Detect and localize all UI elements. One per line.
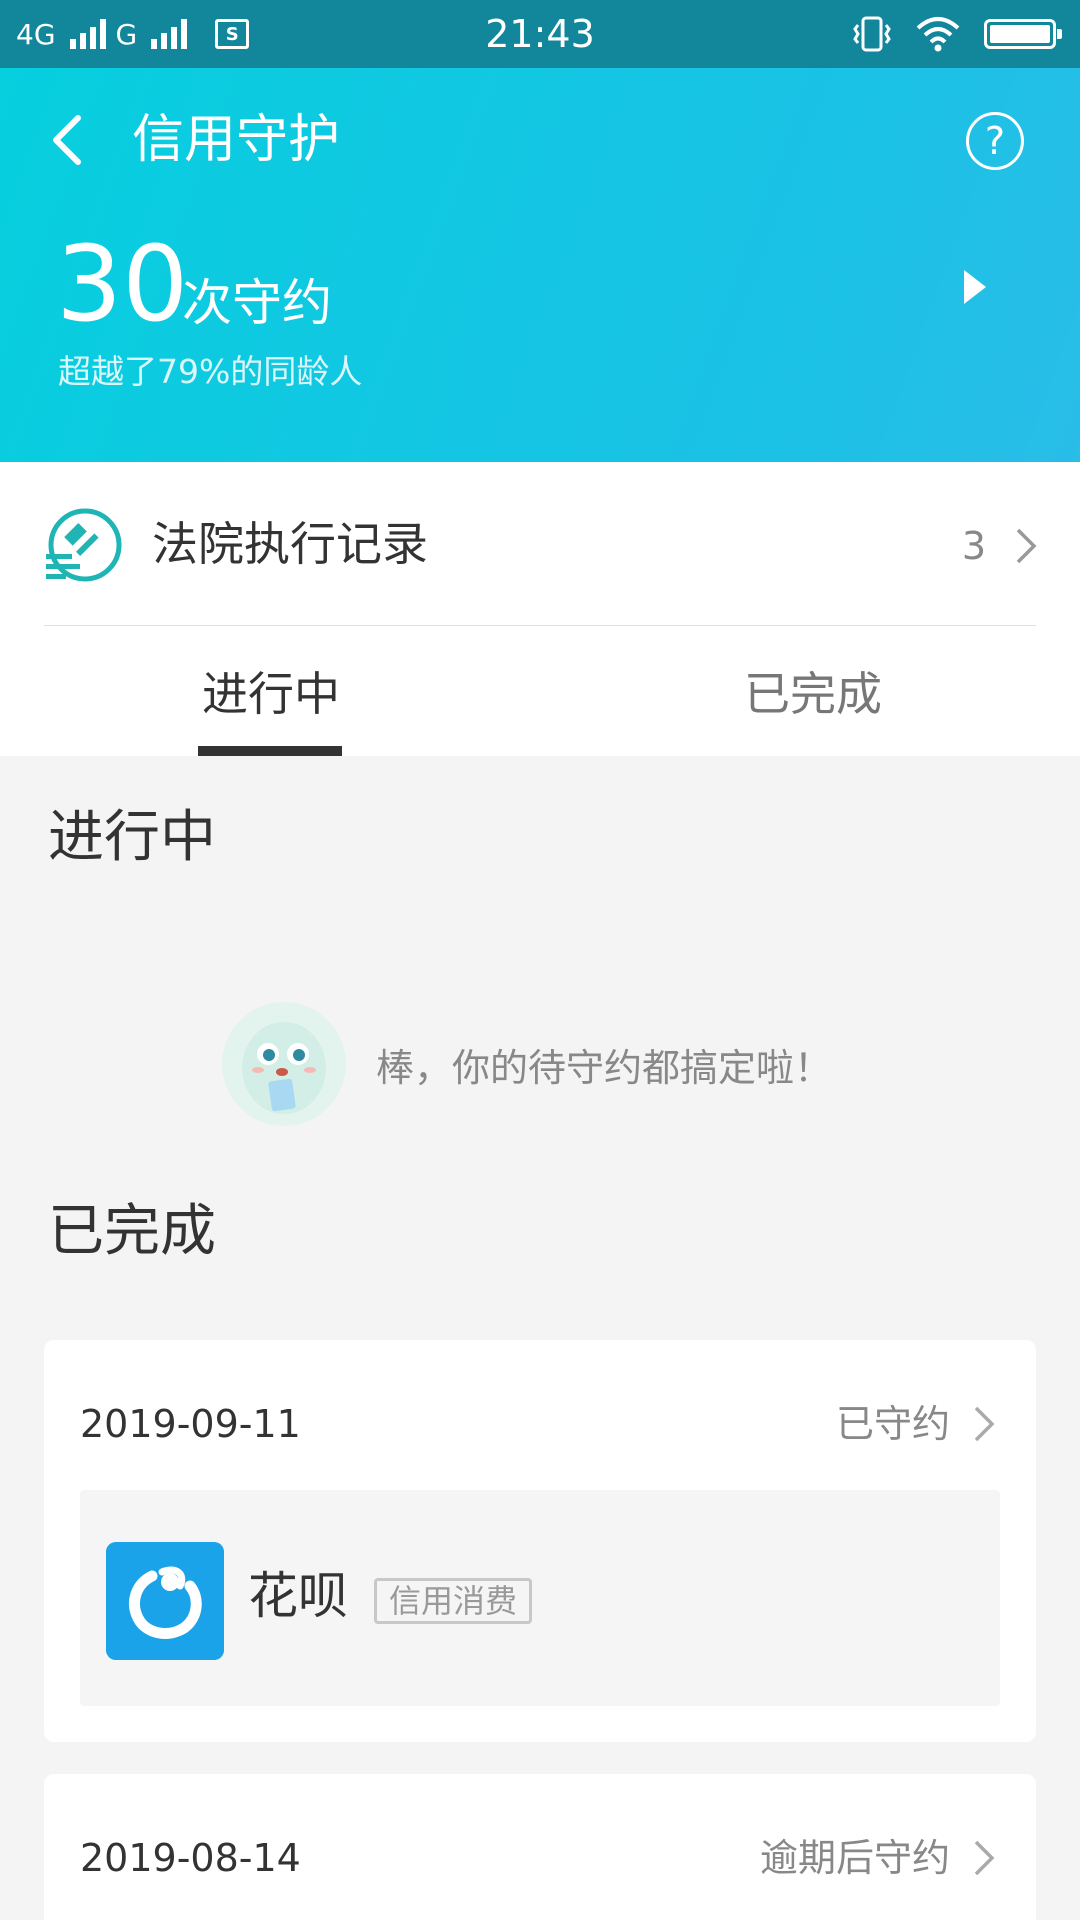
play-triangle-icon[interactable] xyxy=(956,264,992,310)
empty-state-text: 棒，你的待守约都搞定啦！ xyxy=(376,1045,833,1090)
huabei-logo-icon xyxy=(106,1542,224,1660)
wifi-icon xyxy=(916,17,960,52)
gavel-icon xyxy=(46,508,122,582)
record-card[interactable]: 2019-09-11 已守约 花呗 信用消费 xyxy=(44,1340,1036,1742)
court-record-row[interactable]: 法院执行记录 3 xyxy=(0,462,1080,626)
record-detail: 花呗 信用消费 xyxy=(80,1490,1000,1706)
status-tabs: 进行中 已完成 xyxy=(0,626,1080,756)
tab-completed[interactable]: 已完成 xyxy=(744,662,882,726)
app-name: 花呗 xyxy=(248,1567,348,1625)
record-status: 已守约 xyxy=(835,1402,950,1446)
score-number: 30 xyxy=(56,223,189,345)
status-bar: 4G G S 21:43 xyxy=(0,0,1080,68)
status-bar-right xyxy=(852,12,1062,56)
battery-icon xyxy=(984,19,1062,49)
record-date: 2019-09-11 xyxy=(80,1402,301,1446)
score-unit: 次守约 xyxy=(182,274,332,332)
help-circle-icon[interactable]: ? xyxy=(966,112,1024,170)
record-status: 逾期后守约 xyxy=(759,1836,950,1880)
vibrate-icon xyxy=(853,16,891,52)
empty-state: 棒，你的待守约都搞定啦！ xyxy=(222,1002,832,1126)
score-subtitle: 超越了79%的同龄人 xyxy=(58,352,363,391)
chevron-right-icon xyxy=(1016,528,1037,564)
chevron-right-icon xyxy=(974,1840,995,1876)
chevron-right-icon xyxy=(974,1406,995,1442)
mascot-icon xyxy=(222,1002,346,1126)
court-record-label: 法院执行记录 xyxy=(152,517,428,571)
tab-ongoing[interactable]: 进行中 xyxy=(202,662,340,726)
court-record-count: 3 xyxy=(961,524,986,568)
back-arrow-icon[interactable] xyxy=(40,110,100,170)
record-card[interactable]: 2019-08-14 逾期后守约 xyxy=(44,1774,1036,1920)
page-title: 信用守护 xyxy=(132,110,341,170)
section-title-done: 已完成 xyxy=(48,1199,216,1264)
credit-header: 信用守护 ? 30 次守约 超越了79%的同龄人 xyxy=(0,68,1080,462)
record-date: 2019-08-14 xyxy=(80,1836,301,1880)
active-tab-indicator xyxy=(198,746,342,756)
section-title-ongoing: 进行中 xyxy=(48,805,216,870)
category-tag: 信用消费 xyxy=(374,1578,533,1624)
